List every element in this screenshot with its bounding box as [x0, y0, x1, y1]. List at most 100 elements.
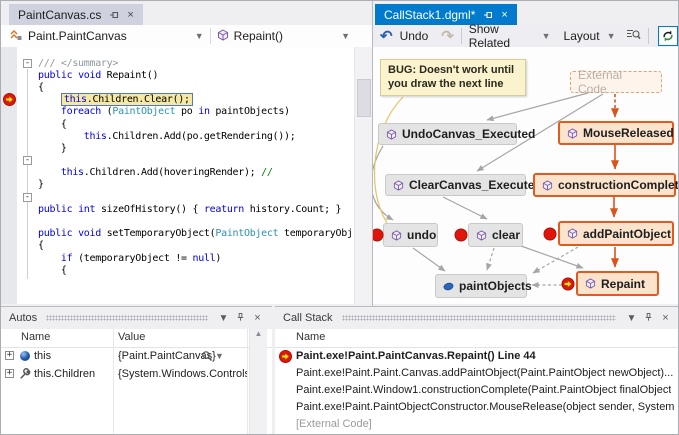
code-line[interactable]: foreach (PaintObject po in paintObjects) [1, 106, 355, 118]
breakpoint-margin[interactable] [1, 228, 17, 240]
undo-icon[interactable]: ↶ [380, 29, 393, 44]
pin-icon[interactable] [109, 10, 119, 20]
member-dropdown[interactable]: Repaint() [234, 29, 283, 43]
code-line[interactable]: { [1, 81, 355, 93]
tab-paintcanvas[interactable]: PaintCanvas.cs × [9, 4, 143, 25]
sync-toggle[interactable] [658, 26, 678, 46]
breakpoint-margin[interactable] [1, 264, 17, 276]
column-header-name[interactable]: Name [296, 331, 325, 343]
breakpoint-margin[interactable] [1, 57, 17, 69]
breakpoint-margin[interactable] [1, 240, 17, 252]
breakpoint-margin[interactable] [1, 69, 17, 81]
breakpoint-margin[interactable] [1, 203, 17, 215]
breakpoint-margin[interactable] [1, 130, 17, 142]
code-line[interactable]: { [1, 264, 355, 276]
close-icon[interactable]: × [501, 9, 507, 21]
show-related-button[interactable]: Show Related [469, 22, 535, 50]
stack-frame-row[interactable]: Paint.exe!Paint.PaintCanvas.Repaint() Li… [275, 348, 679, 365]
code-line[interactable] [1, 215, 355, 227]
variable-row[interactable]: +this.Children{System.Windows.Controls [1, 365, 272, 383]
code-area: -/// </summary>public void Repaint(){ th… [1, 57, 355, 276]
fold-margin [17, 69, 38, 81]
stack-frame-row[interactable]: Paint.exe!Paint.Paint.Canvas.addPaintObj… [275, 365, 679, 382]
type-dropdown[interactable]: Paint.PaintCanvas [28, 29, 127, 43]
graph-node-undoExec[interactable]: UndoCanvas_Executed [378, 123, 517, 145]
chevron-down-icon[interactable]: ▼ [625, 313, 638, 324]
chevron-down-icon[interactable]: ▼ [195, 31, 204, 41]
fold-toggle-icon[interactable]: - [23, 156, 32, 165]
code-line[interactable]: public void Repaint() [1, 69, 355, 81]
graph-node-undo[interactable]: undo [383, 223, 438, 247]
pin-icon[interactable] [642, 312, 655, 325]
code-line[interactable]: - [1, 155, 355, 167]
autos-titlebar[interactable]: Autos ▼ × [1, 307, 272, 329]
dgml-graph-canvas[interactable]: BUG: Doesn't work until you draw the nex… [373, 47, 679, 304]
chevron-down-icon[interactable]: ▼ [542, 31, 551, 41]
code-line[interactable]: public void setTemporaryObject(PaintObje… [1, 228, 355, 240]
fold-toggle-icon[interactable]: - [23, 59, 32, 68]
chevron-down-icon[interactable]: ▼ [217, 313, 230, 324]
code-line[interactable]: } [1, 142, 355, 154]
chevron-down-icon[interactable]: ▼ [607, 31, 616, 41]
expand-icon[interactable]: + [5, 351, 14, 360]
breakpoint-margin[interactable] [1, 118, 17, 130]
pin-icon[interactable] [483, 10, 493, 20]
graph-node-external[interactable]: External Code [570, 71, 662, 93]
expand-icon[interactable]: + [5, 369, 14, 378]
graph-node-clearExec[interactable]: ClearCanvas_Executed [385, 174, 526, 196]
code-line[interactable]: -/// </summary> [1, 57, 355, 69]
stack-frame-row[interactable]: [External Code] [275, 416, 679, 433]
code-line[interactable]: - [1, 191, 355, 203]
breakpoint-margin[interactable] [1, 215, 17, 227]
code-line[interactable]: { [1, 240, 355, 252]
breakpoint-margin[interactable] [1, 106, 17, 118]
graph-node-clear[interactable]: clear [468, 223, 523, 247]
code-editor[interactable]: -/// </summary>public void Repaint(){ th… [1, 47, 372, 304]
code-text: { [38, 119, 67, 130]
editor-vertical-scrollbar[interactable] [354, 47, 372, 304]
graph-node-construction[interactable]: constructionComplete [533, 173, 676, 197]
code-line[interactable]: this.Children.Clear(); [1, 94, 355, 106]
zoom-icon[interactable] [626, 28, 641, 44]
close-icon[interactable]: × [127, 9, 133, 21]
pin-icon[interactable] [234, 312, 247, 325]
fold-toggle-icon[interactable]: - [23, 193, 32, 202]
breakpoint-margin[interactable] [1, 142, 17, 154]
breakpoint-margin[interactable] [1, 155, 17, 167]
stack-frame-row[interactable]: Paint.exe!Paint.PaintObjectConstructor.M… [275, 399, 679, 416]
graph-node-repaint[interactable]: Repaint [576, 271, 659, 296]
variable-row[interactable]: +this{Paint.PaintCanvas}▼ [1, 347, 272, 365]
drag-handle[interactable] [46, 315, 208, 321]
scrollbar-thumb[interactable] [357, 79, 371, 117]
breakpoint-margin[interactable] [1, 94, 17, 106]
code-line[interactable]: public int sizeOfHistory() { reaturn his… [1, 203, 355, 215]
code-line[interactable]: this.Children.Add(po.getRendering()); [1, 130, 355, 142]
graph-node-addPaint[interactable]: addPaintObject [558, 221, 674, 246]
magnifier-icon[interactable] [201, 350, 213, 365]
chevron-down-icon[interactable]: ▼ [341, 31, 350, 41]
breakpoint-margin[interactable] [1, 252, 17, 264]
graph-node-paintObjects[interactable]: paintObjects [435, 274, 527, 298]
code-line[interactable]: if (temporaryObject != null) [1, 252, 355, 264]
breakpoint-margin[interactable] [1, 81, 17, 93]
code-line[interactable]: { [1, 118, 355, 130]
column-header-value[interactable]: Value [118, 331, 145, 343]
undo-button[interactable]: Undo [400, 29, 429, 43]
breakpoint-margin[interactable] [1, 179, 17, 191]
autos-scrollbar[interactable]: ▲ [249, 329, 267, 435]
graph-annotation-note[interactable]: BUG: Doesn't work until you draw the nex… [380, 59, 526, 96]
graph-node-mouse[interactable]: MouseReleased [558, 121, 674, 145]
stack-frame-row[interactable]: Paint.exe!Paint.Window1.constructionComp… [275, 382, 679, 399]
drag-handle[interactable] [342, 315, 616, 321]
redo-icon[interactable]: ↷ [441, 29, 454, 44]
breakpoint-margin[interactable] [1, 167, 17, 179]
callstack-titlebar[interactable]: Call Stack ▼ × [275, 307, 679, 329]
chevron-down-icon[interactable]: ▼ [215, 351, 224, 361]
column-header-name[interactable]: Name [21, 331, 50, 343]
code-line[interactable]: this.Children.Add(hoveringRender); // [1, 167, 355, 179]
close-icon[interactable]: × [251, 312, 264, 324]
breakpoint-margin[interactable] [1, 191, 17, 203]
code-line[interactable]: } [1, 179, 355, 191]
close-icon[interactable]: × [659, 312, 672, 324]
layout-button[interactable]: Layout [564, 29, 600, 43]
